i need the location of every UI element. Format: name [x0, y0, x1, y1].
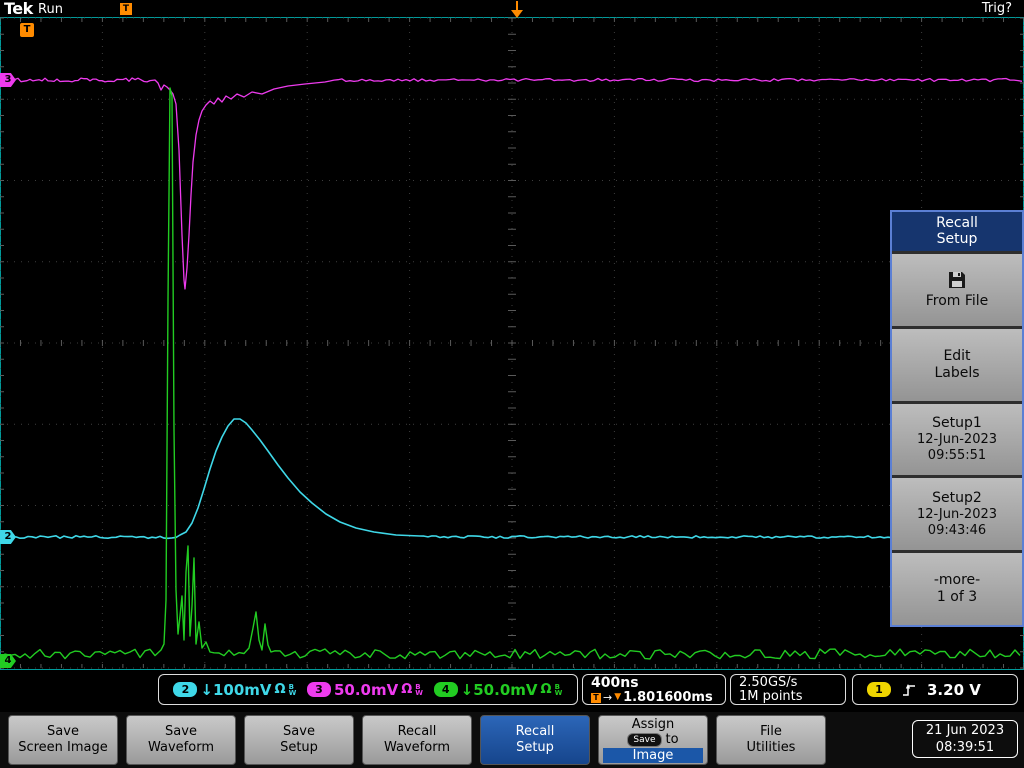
setup1-time: 09:55:51 — [928, 448, 986, 464]
horizontal-delay-readout: T → ▼ 1.801600ms — [591, 691, 717, 704]
ch3-bandwidth-indicator: BW — [415, 684, 423, 696]
trigger-t-icon: T — [591, 693, 601, 703]
ch2-bandwidth-indicator: BW — [289, 684, 297, 696]
ch4-coupling: Ω — [541, 682, 552, 697]
more-label: -more- — [934, 572, 980, 589]
ch2-readout: 2 ↓100mV Ω BW — [173, 681, 296, 699]
horizontal-delay-value: 1.801600ms — [623, 690, 713, 705]
trigger-level-value: 3.20 V — [927, 681, 981, 699]
trace-ch3 — [0, 78, 1022, 289]
save-setup-button[interactable]: Save Setup — [244, 715, 354, 765]
floppy-disk-icon — [946, 270, 968, 290]
recall-waveform-line2: Waveform — [384, 740, 450, 756]
ch4-bandwidth-indicator: BW — [555, 684, 563, 696]
file-utilities-button[interactable]: File Utilities — [716, 715, 826, 765]
acquisition-status: Run — [38, 2, 63, 17]
tek-logo: Tek — [4, 0, 33, 18]
setup2-label: Setup2 — [932, 490, 982, 507]
oscilloscope-screen: Tek Run T Trig? T 3 2 4 Recall Setup Fro… — [0, 0, 1024, 768]
assign-to-label: to — [666, 733, 679, 747]
side-menu-title: Recall Setup — [892, 212, 1022, 251]
current-date: 21 Jun 2023 — [926, 722, 1004, 739]
trigger-status-label: Trig? — [982, 1, 1012, 16]
ch3-badge: 3 — [307, 682, 331, 697]
channel-readouts-box: 2 ↓100mV Ω BW 3 50.0mV Ω BW 4 ↓50.0mV Ω … — [158, 674, 578, 705]
assign-save-button[interactable]: Assign Save to Image — [598, 715, 708, 765]
record-length: 1M points — [739, 690, 837, 704]
more-page-indicator: 1 of 3 — [937, 589, 977, 606]
edit-labels-line1: Edit — [943, 348, 970, 365]
recall-waveform-button[interactable]: Recall Waveform — [362, 715, 472, 765]
save-screen-image-button[interactable]: Save Screen Image — [8, 715, 118, 765]
ch3-coupling: Ω — [401, 682, 412, 697]
menu-more-button[interactable]: -more- 1 of 3 — [892, 553, 1022, 625]
recall-setup-line2: Setup — [516, 740, 554, 756]
trigger-record-icon: T — [120, 3, 132, 15]
recall-waveform-line1: Recall — [398, 724, 437, 740]
setup1-date: 12-Jun-2023 — [917, 432, 997, 448]
horizontal-readout-box: 400ns T → ▼ 1.801600ms — [582, 674, 726, 705]
trace-ch4 — [0, 88, 1020, 659]
assign-line1: Assign — [632, 717, 675, 733]
setup1-label: Setup1 — [932, 415, 982, 432]
ch3-readout: 3 50.0mV Ω BW — [307, 681, 423, 699]
save-waveform-line1: Save — [165, 724, 197, 740]
acquisition-readout-box: 2.50GS/s 1M points — [730, 674, 846, 705]
setup2-time: 09:43:46 — [928, 523, 986, 539]
menu-setup1-button[interactable]: Setup1 12-Jun-2023 09:55:51 — [892, 404, 1022, 476]
horizontal-scale: 400ns — [591, 676, 717, 691]
date-time-display: 21 Jun 2023 08:39:51 — [912, 720, 1018, 758]
assign-target-value: Image — [603, 748, 702, 763]
file-utilities-line1: File — [760, 724, 782, 740]
delay-marker-icon: ▼ — [614, 692, 621, 703]
trace-ch2 — [0, 419, 1024, 538]
save-waveform-line2: Waveform — [148, 740, 214, 756]
ch2-badge: 2 — [173, 682, 197, 697]
save-screen-line2: Screen Image — [18, 740, 108, 756]
recall-setup-button[interactable]: Recall Setup — [480, 715, 590, 765]
from-file-label: From File — [926, 293, 989, 310]
trigger-position-arrow-icon — [511, 10, 523, 18]
menu-from-file-button[interactable]: From File — [892, 254, 1022, 326]
menu-edit-labels-button[interactable]: Edit Labels — [892, 329, 1022, 401]
setup2-date: 12-Jun-2023 — [917, 507, 997, 523]
save-setup-line2: Setup — [280, 740, 318, 756]
current-time: 08:39:51 — [936, 739, 994, 756]
side-menu-panel: Recall Setup From File Edit Labels Setup… — [890, 210, 1024, 627]
ch3-scale: 50.0mV — [334, 681, 398, 699]
trigger-readout-box: 1 3.20 V — [852, 674, 1018, 705]
save-setup-line1: Save — [283, 724, 315, 740]
menu-setup2-button[interactable]: Setup2 12-Jun-2023 09:43:46 — [892, 478, 1022, 550]
rising-edge-icon — [901, 682, 917, 698]
file-utilities-line2: Utilities — [747, 740, 796, 756]
trigger-source-badge: 1 — [867, 682, 891, 697]
assign-middle-row: Save to — [627, 733, 678, 747]
save-key-badge: Save — [627, 733, 661, 747]
trigger-position-marker[interactable] — [510, 1, 524, 18]
arrow-right-icon: → — [603, 692, 612, 703]
edit-labels-line2: Labels — [934, 365, 979, 382]
readout-bar: 2 ↓100mV Ω BW 3 50.0mV Ω BW 4 ↓50.0mV Ω … — [0, 670, 1024, 712]
waveform-display — [0, 0, 1024, 768]
bottom-menu-bar: Save Screen Image Save Waveform Save Set… — [0, 712, 1024, 768]
side-menu-title-line2: Setup — [892, 231, 1022, 247]
recall-setup-line1: Recall — [516, 724, 555, 740]
ch2-scale: ↓100mV — [200, 681, 271, 699]
side-menu-title-line1: Recall — [892, 215, 1022, 231]
save-screen-line1: Save — [47, 724, 79, 740]
bottom-menu-buttons: Save Screen Image Save Waveform Save Set… — [8, 715, 826, 765]
ch4-readout: 4 ↓50.0mV Ω BW — [434, 681, 563, 699]
save-waveform-button[interactable]: Save Waveform — [126, 715, 236, 765]
sample-rate: 2.50GS/s — [739, 676, 837, 690]
ch4-scale: ↓50.0mV — [461, 681, 538, 699]
trigger-level-marker[interactable]: T — [20, 23, 34, 37]
ch4-badge: 4 — [434, 682, 458, 697]
ch2-coupling: Ω — [275, 682, 286, 697]
